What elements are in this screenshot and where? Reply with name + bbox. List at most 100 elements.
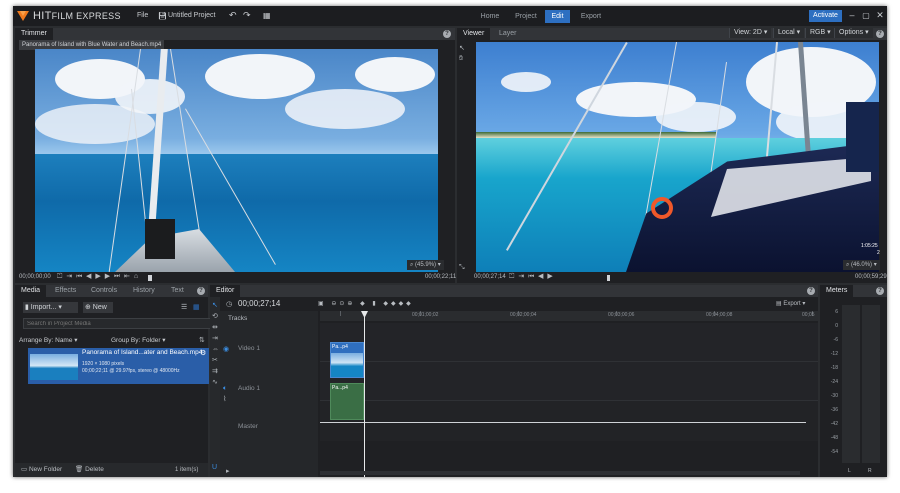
- trimmer-header: Trimmer ?: [15, 28, 455, 40]
- trimmer-zoom[interactable]: ⌕ (45.9%) ▾: [407, 260, 444, 270]
- audio-track-lane[interactable]: [320, 362, 818, 401]
- editor-track-controls[interactable]: ▣ ⊖⊙⊕ ◆ ▮ ◆◆◆◆: [318, 298, 414, 310]
- audio-track-label: Audio 1: [238, 385, 261, 392]
- tab-effects[interactable]: Effects: [49, 285, 82, 297]
- waveform-icon[interactable]: ⌇: [223, 395, 226, 404]
- arrange-by-select[interactable]: Arrange By: Name ▾: [19, 335, 78, 347]
- nav-edit[interactable]: Edit: [545, 10, 570, 23]
- viewer-transport-controls[interactable]: ⏍⇥⏮◀▶: [509, 271, 557, 283]
- redo-icon[interactable]: ↷: [243, 10, 251, 21]
- tab-media[interactable]: Media: [15, 285, 47, 297]
- media-thumbnail: [30, 354, 78, 380]
- undo-icon[interactable]: ↶: [229, 10, 237, 21]
- hand-tool-icon[interactable]: ✋︎: [459, 54, 463, 63]
- tab-editor[interactable]: Editor: [210, 285, 241, 297]
- tab-controls[interactable]: Controls: [85, 285, 123, 297]
- trimmer-panel: Trimmer ? Panorama of Island with Blue W…: [15, 28, 457, 283]
- maximize-icon[interactable]: ▢: [861, 10, 871, 21]
- audio-clip[interactable]: Pa...p4: [330, 383, 364, 420]
- viewer-zoom[interactable]: ⌕ (46.0%) ▾: [843, 260, 880, 270]
- help-icon[interactable]: ?: [876, 287, 884, 295]
- timeline-playhead[interactable]: [364, 311, 365, 477]
- help-icon[interactable]: ?: [876, 30, 884, 38]
- media-header: Media Effects Controls History Text ?: [15, 285, 208, 297]
- viewer-playhead[interactable]: [607, 275, 610, 281]
- select-tool-icon[interactable]: ↖: [212, 301, 218, 310]
- editor-timecode[interactable]: 00;00;27;14: [238, 298, 280, 310]
- trimmer-video-frame: [35, 49, 438, 272]
- menu-file[interactable]: File: [137, 12, 148, 19]
- trash-icon: 🗑︎: [75, 466, 86, 473]
- media-item[interactable]: Panorama of Island...ater and Beach.mp4 …: [28, 348, 209, 384]
- tab-meters[interactable]: Meters: [820, 285, 854, 297]
- snap-icon[interactable]: U: [212, 463, 217, 472]
- tracks-label: Tracks: [228, 315, 248, 322]
- media-search-input[interactable]: [23, 318, 211, 329]
- tab-text[interactable]: Text: [165, 285, 190, 297]
- tab-history[interactable]: History: [127, 285, 161, 297]
- media-item-gear-icon[interactable]: ⚙︎: [200, 349, 206, 358]
- import-button[interactable]: ▮ Import... ▾: [23, 302, 78, 313]
- video-clip[interactable]: Pa...p4: [330, 342, 364, 378]
- tab-layer[interactable]: Layer: [493, 28, 523, 40]
- timeline-scrollbar[interactable]: [320, 471, 800, 475]
- master-track-lane[interactable]: [320, 401, 818, 441]
- trimmer-time-end: 00;00;22;11: [425, 274, 457, 280]
- roll-tool-icon[interactable]: ⇹: [212, 323, 218, 332]
- options-menu[interactable]: Options ▾: [834, 28, 873, 38]
- meters-header: Meters ?: [820, 285, 887, 297]
- save-icon[interactable]: 💾︎: [158, 12, 167, 20]
- channel-select[interactable]: RGB ▾: [805, 28, 835, 38]
- select-tool-icon[interactable]: ↖: [459, 44, 465, 53]
- meter-scale-label: -36: [830, 407, 838, 413]
- grid-icon[interactable]: ▦: [263, 11, 271, 20]
- new-button[interactable]: ⊕ New: [83, 302, 113, 313]
- nav-project[interactable]: Project: [510, 10, 542, 23]
- tab-viewer[interactable]: Viewer: [457, 28, 491, 40]
- tab-trimmer[interactable]: Trimmer: [15, 28, 53, 40]
- trimmer-playhead[interactable]: [148, 275, 152, 281]
- viewer-video-frame: [476, 42, 879, 272]
- project-name[interactable]: Untitled Project: [168, 12, 215, 19]
- timeline-ruler[interactable]: 00;01;00;02 00;02;00;04 00;03;00;06 00;0…: [320, 311, 818, 321]
- activate-button[interactable]: Activate: [809, 10, 842, 22]
- meter-scale-label: -24: [830, 379, 838, 385]
- help-icon[interactable]: ?: [197, 287, 205, 295]
- ripple-tool-icon[interactable]: ⇥: [212, 334, 218, 343]
- meters-panel: Meters ? 6 0 -6 -12 -18 -24 -30 -36 -42 -48 -54 L …: [820, 285, 887, 477]
- delete-button[interactable]: 🗑︎ Delete: [75, 464, 104, 476]
- help-icon[interactable]: ?: [807, 287, 815, 295]
- new-folder-button[interactable]: ▭ New Folder: [21, 464, 62, 476]
- speaker-icon[interactable]: 🔈︎: [223, 384, 227, 393]
- trimmer-transport-controls[interactable]: ⏍⇥⏮◀▶▶⏭⇤⌂: [57, 271, 142, 283]
- ruler-label: 00;04;00;08: [706, 312, 733, 318]
- editor-export-button[interactable]: ▤ Export ▾: [776, 298, 805, 310]
- razor-tool-icon[interactable]: ✂︎: [212, 356, 218, 365]
- eye-icon[interactable]: ◉: [223, 345, 229, 354]
- rate-tool-icon[interactable]: ⇔: [212, 345, 219, 354]
- media-footer: ▭ New Folder 🗑︎ Delete 1 item(s): [15, 463, 208, 477]
- meter-left-channel: [842, 305, 860, 463]
- hitfilm-logo-icon: [17, 11, 29, 21]
- viewer-overlay-b: 2: [877, 250, 880, 256]
- minimize-icon[interactable]: –: [847, 10, 857, 21]
- grid-view-icon[interactable]: ▦: [193, 303, 200, 312]
- video-track-lane[interactable]: [320, 323, 818, 362]
- help-icon[interactable]: ?: [443, 30, 451, 38]
- video-clip-label: Pa...p4: [332, 344, 348, 350]
- video-track-label: Video 1: [238, 345, 260, 352]
- list-view-icon[interactable]: ☰: [181, 303, 187, 312]
- slip-tool-icon[interactable]: ⟲: [212, 312, 218, 321]
- meter-scale-label: 0: [835, 323, 838, 329]
- curve-tool-icon[interactable]: ∿: [212, 378, 218, 387]
- nav-export[interactable]: Export: [575, 10, 607, 23]
- add-track-icon[interactable]: ▸: [226, 467, 230, 476]
- group-by-select[interactable]: Group By: Folder ▾: [111, 335, 166, 347]
- space-select[interactable]: Local ▾: [773, 28, 805, 38]
- nav-home[interactable]: Home: [475, 10, 505, 23]
- close-icon[interactable]: ✕: [875, 10, 885, 21]
- view-mode-select[interactable]: View: 2D ▾: [729, 28, 772, 38]
- link-icon[interactable]: ⤡: [459, 263, 465, 272]
- sort-icon[interactable]: ⇅: [199, 336, 205, 345]
- track-tool-icon[interactable]: ⇉: [212, 367, 218, 376]
